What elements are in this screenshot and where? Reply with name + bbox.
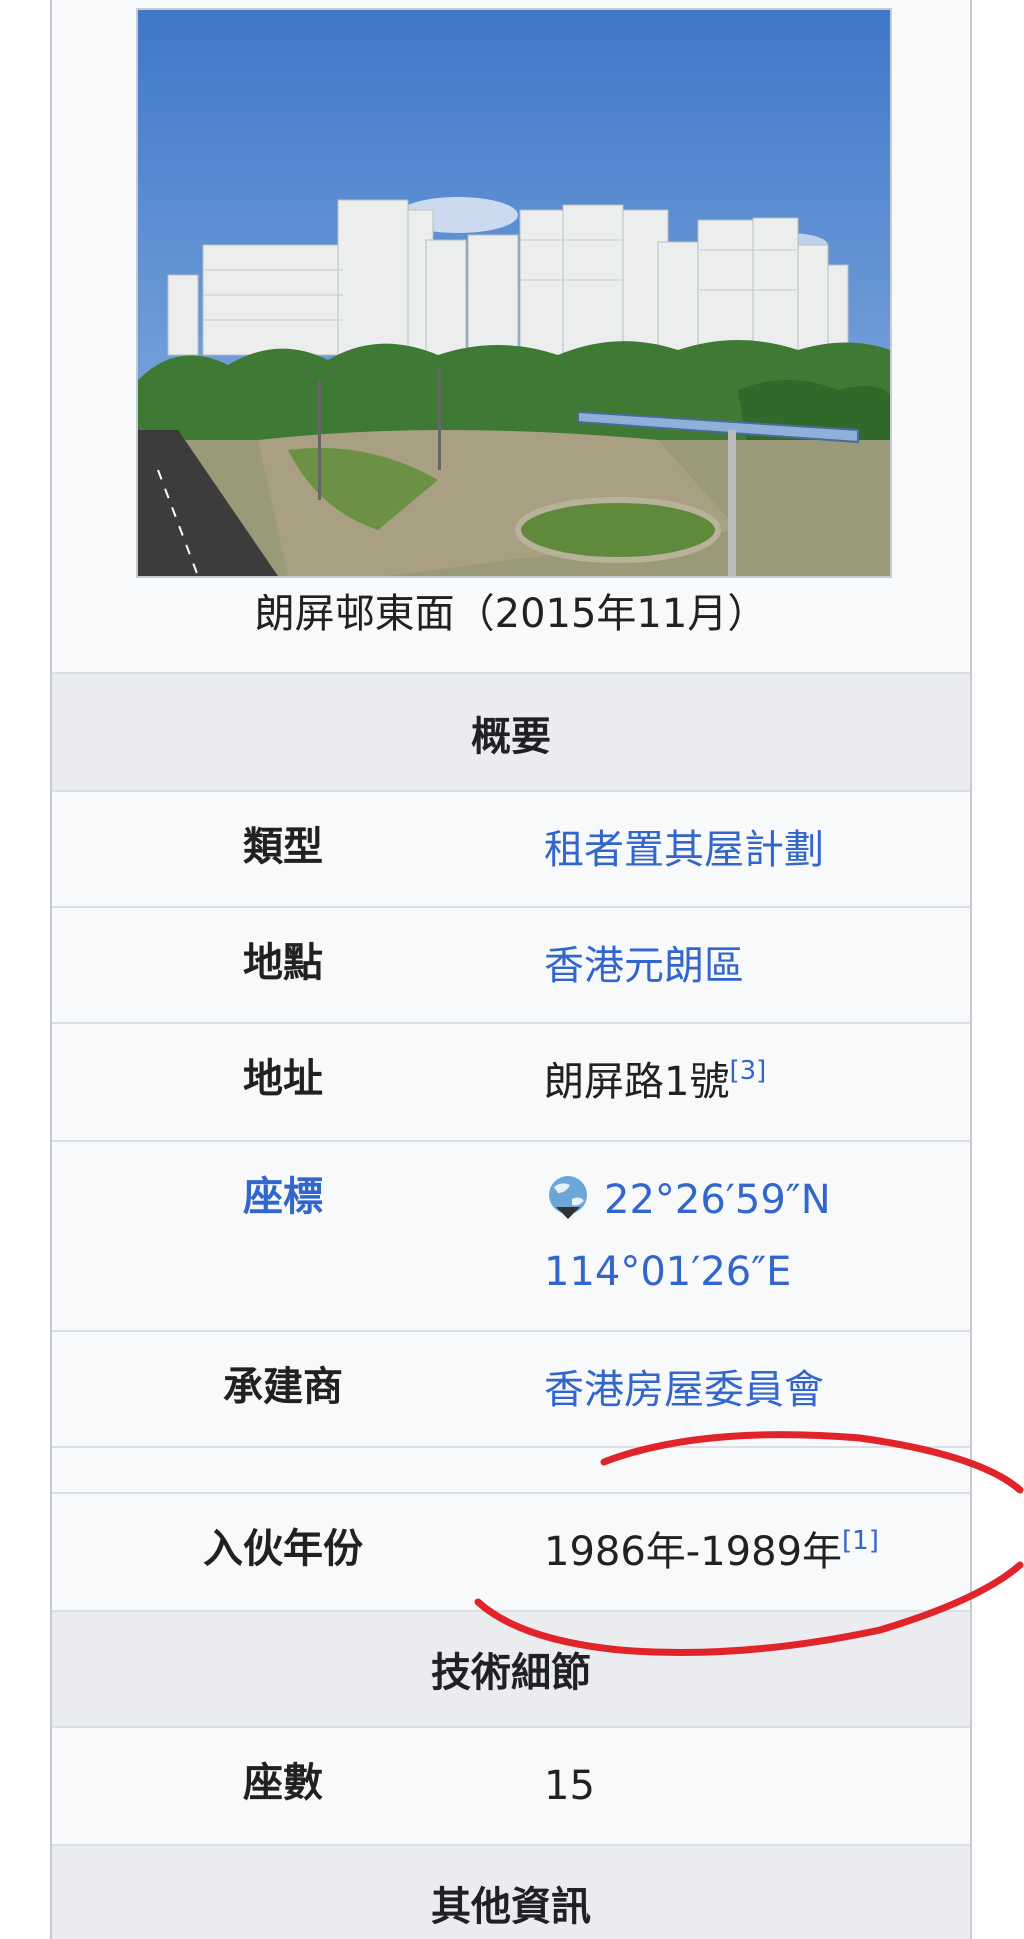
intake-value: 1986年-1989年[1] [544, 1516, 879, 1588]
section-header-label: 概要 [471, 714, 551, 760]
section-header-label: 技術細節 [431, 1650, 591, 1696]
blocks-value: 15 [544, 1763, 595, 1809]
row-label-blocks: 座數 [243, 1760, 323, 1806]
link-coordinates-value[interactable]: 22°26′59″N 114°01′26″E [544, 1164, 831, 1308]
reference-link[interactable]: [1] [842, 1526, 879, 1556]
intake-text: 1986年-1989年 [544, 1529, 843, 1575]
address-text: 朗屏路1號 [544, 1059, 730, 1105]
section-header-other: 其他資訊 [52, 1844, 970, 1939]
coordinates-lat: 22°26′59″N [604, 1177, 831, 1223]
row-label-location: 地點 [243, 940, 323, 986]
infobox-row-contractor: 承建商 香港房屋委員會 [52, 1330, 970, 1446]
coordinates-lon: 114°01′26″E [544, 1249, 792, 1295]
infobox-row-coordinates: 座標 22°26′59″N 114°01′26″E [52, 1140, 970, 1330]
globe-icon [544, 1172, 592, 1220]
infobox-row-location: 地點 香港元朗區 [52, 906, 970, 1022]
infobox-row-type: 類型 租者置其屋計劃 [52, 790, 970, 906]
section-header-label: 其他資訊 [431, 1884, 591, 1930]
row-label-contractor: 承建商 [223, 1364, 343, 1410]
link-coordinates-label[interactable]: 座標 [52, 1164, 514, 1222]
row-label-type: 類型 [243, 824, 323, 870]
infobox: 朗屏邨東面（2015年11月） 概要 類型 租者置其屋計劃 地點 香港元朗區 地… [50, 0, 972, 1939]
section-header-overview: 概要 [52, 672, 970, 790]
reference-link[interactable]: [3] [729, 1056, 766, 1086]
photo-caption: 朗屏邨東面（2015年11月） [254, 591, 768, 637]
infobox-row-address: 地址 朗屏路1號[3] [52, 1022, 970, 1140]
section-header-technical: 技術細節 [52, 1610, 970, 1726]
row-label-intake: 入伙年份 [203, 1526, 363, 1572]
address-value: 朗屏路1號[3] [544, 1046, 766, 1118]
link-type-value[interactable]: 租者置其屋計劃 [544, 814, 824, 886]
link-contractor-value[interactable]: 香港房屋委員會 [544, 1354, 824, 1426]
estate-photo[interactable] [136, 8, 892, 578]
infobox-row-empty [52, 1446, 970, 1492]
infobox-row-blocks: 座數 15 [52, 1726, 970, 1844]
link-location-value[interactable]: 香港元朗區 [544, 930, 744, 1002]
infobox-row-intake: 入伙年份 1986年-1989年[1] [52, 1492, 970, 1610]
row-label-address: 地址 [243, 1056, 323, 1102]
estate-photo-image [138, 10, 890, 576]
